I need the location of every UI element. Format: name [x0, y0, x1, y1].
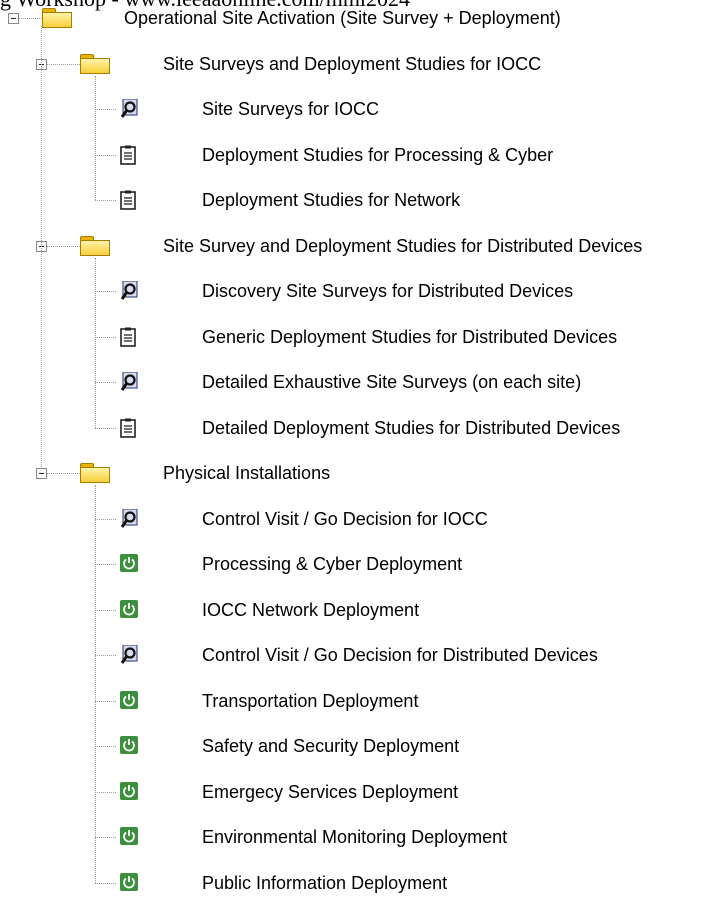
tree-item-label: IOCC Network Deployment	[202, 599, 420, 620]
tree-item-label: Detailed Exhaustive Site Surveys (on eac…	[202, 372, 582, 392]
tree-item-label: Control Visit / Go Decision for Distribu…	[202, 645, 598, 665]
tree-connector	[47, 473, 80, 474]
power-icon	[120, 781, 138, 802]
site-survey-icon	[120, 371, 138, 392]
root-label: Operational Site Activation (Site Survey…	[124, 8, 561, 28]
group-label: Physical Installations	[163, 463, 331, 483]
tree-item-label: Safety and Security Deployment	[202, 736, 460, 756]
tree-connector	[95, 655, 116, 656]
tree-connector	[95, 382, 116, 383]
tree-item-label: Transportation Deployment	[202, 690, 419, 711]
tree-connector	[95, 518, 116, 520]
clipboard-icon	[120, 145, 138, 165]
tree-item-label: Generic Deployment Studies for Distribut…	[202, 326, 618, 347]
group-folder-icon	[80, 235, 110, 256]
root-folder-icon	[42, 8, 72, 28]
tree-item-label: Deployment Studies for Processing & Cybe…	[202, 144, 554, 165]
tree-connector	[47, 245, 80, 247]
tree-connector	[95, 75, 96, 200]
site-survey-icon	[120, 280, 138, 301]
group-folder-icon	[80, 53, 110, 74]
tree-item-label: Detailed Deployment Studies for Distribu…	[202, 417, 621, 438]
clipboard-icon	[120, 190, 138, 210]
tree-item-label: Deployment Studies for Network	[202, 190, 461, 210]
tree-item-label: Public Information Deployment	[202, 872, 448, 893]
power-icon	[120, 554, 138, 574]
tree-view: g Workshop - www.ieeaaonline.com/mmi2024…	[0, 0, 702, 897]
tree-connector	[95, 336, 116, 338]
clipboard-icon	[120, 327, 138, 347]
site-survey-icon	[120, 98, 138, 119]
tree-connector	[95, 700, 116, 702]
power-icon	[120, 736, 138, 756]
tree-item-label: Emergecy Services Deployment	[202, 781, 459, 802]
tree-item-label: Site Surveys for IOCC	[202, 99, 380, 119]
tree-connector	[95, 291, 116, 292]
group-label: Site Surveys and Deployment Studies for …	[163, 53, 542, 74]
tree-connector	[95, 791, 116, 793]
tree-item-label: Environmental Monitoring Deployment	[202, 827, 508, 847]
tree-item-label: Control Visit / Go Decision for IOCC	[202, 508, 488, 529]
tree-connector	[95, 746, 116, 747]
site-survey-icon	[120, 508, 138, 529]
tree-connector	[95, 109, 116, 110]
group-label: Site Survey and Deployment Studies for D…	[163, 235, 643, 256]
tree-connector	[95, 154, 116, 156]
power-icon	[120, 599, 138, 620]
power-icon	[120, 827, 138, 847]
tree-item-label: Processing & Cyber Deployment	[202, 554, 463, 574]
site-survey-icon	[120, 644, 138, 665]
tree-connector	[95, 257, 96, 428]
tree-connector	[95, 564, 116, 565]
tree-connector	[95, 609, 116, 611]
tree-connector	[19, 18, 42, 19]
tree-connector	[95, 837, 116, 838]
root-expander[interactable]	[8, 13, 19, 24]
tree-connector	[47, 63, 80, 65]
clipboard-icon	[120, 418, 138, 438]
group-expander[interactable]	[36, 468, 47, 479]
tree-connector	[41, 26, 42, 467]
tree-item-label: Discovery Site Surveys for Distributed D…	[202, 281, 574, 301]
tree-connector	[95, 485, 96, 883]
power-icon	[120, 872, 138, 893]
tree-connector	[95, 427, 116, 429]
group-folder-icon	[80, 463, 110, 483]
power-icon	[120, 690, 138, 711]
tree-connector	[95, 200, 116, 201]
tree-connector	[95, 882, 116, 884]
